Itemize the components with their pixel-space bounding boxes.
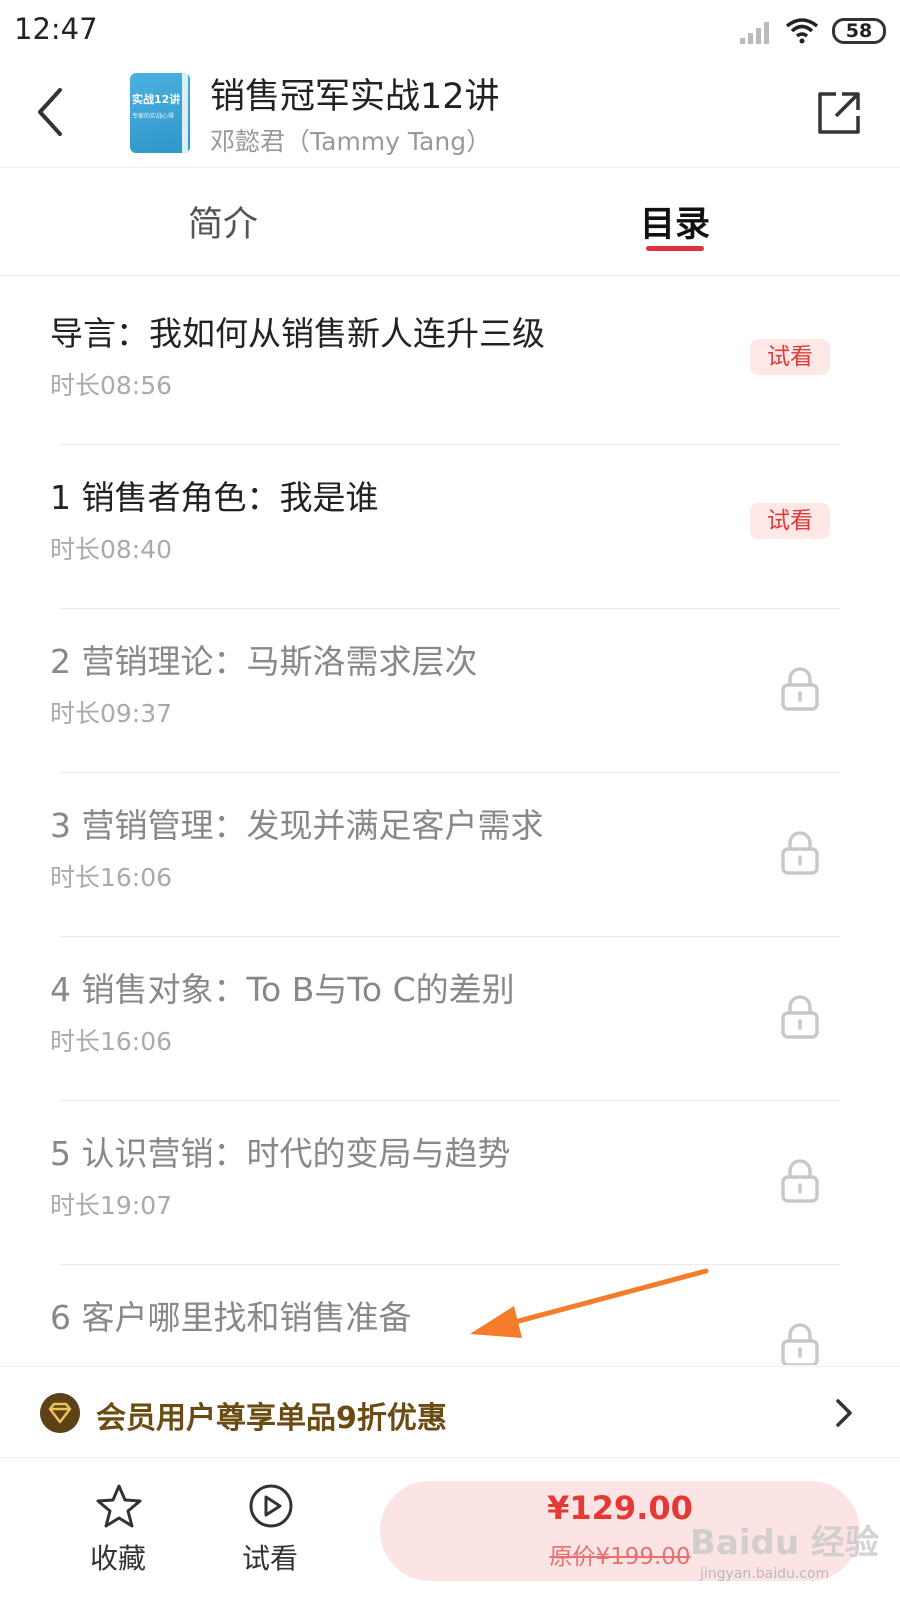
trial-badge[interactable]: 试看 — [750, 503, 830, 539]
lesson-item[interactable]: 4 销售对象：To B与To C的差别 时长16:06 — [0, 933, 900, 1101]
tab-intro[interactable]: 简介 — [188, 196, 258, 247]
lesson-duration: 时长09:37 — [50, 699, 173, 728]
lock-icon — [781, 995, 819, 1039]
lesson-duration: 时长08:56 — [50, 371, 173, 400]
lesson-item[interactable]: 2 营销理论：马斯洛需求层次 时长09:37 — [0, 605, 900, 773]
trial-label: 试看 — [241, 1542, 298, 1575]
lock-icon — [781, 831, 819, 875]
lesson-duration: 时长16:06 — [50, 863, 173, 892]
cover-subtitle: 专家的实战心得 — [132, 113, 175, 120]
lesson-item[interactable]: 5 认识营销：时代的变局与趋势 时长19:07 — [0, 1097, 900, 1265]
trial-button[interactable]: 试看 — [210, 1473, 330, 1583]
share-icon[interactable] — [814, 88, 864, 138]
status-bar: 12:47 58 — [0, 0, 900, 60]
lesson-title: 2 营销理论：马斯洛需求层次 — [50, 642, 478, 681]
vip-discount-banner[interactable]: 会员用户尊享单品9折优惠 — [0, 1366, 900, 1458]
lesson-item[interactable]: 1 销售者角色：我是谁 时长08:40 试看 — [0, 441, 900, 609]
lesson-title: 1 销售者角色：我是谁 — [50, 478, 379, 517]
wifi-icon — [785, 18, 819, 44]
battery-indicator: 58 — [832, 18, 886, 44]
lesson-item[interactable]: 6 客户哪里找和销售准备 — [0, 1261, 900, 1365]
star-icon — [96, 1484, 142, 1528]
lesson-title: 6 客户哪里找和销售准备 — [50, 1298, 412, 1337]
lock-icon — [781, 1323, 819, 1365]
lesson-title: 4 销售对象：To B与To C的差别 — [50, 970, 515, 1009]
course-author: 邓懿君（Tammy Tang） — [210, 127, 492, 156]
chevron-right-icon — [836, 1399, 852, 1427]
vip-banner-text: 会员用户尊享单品9折优惠 — [96, 1401, 447, 1436]
lesson-duration: 时长19:07 — [50, 1191, 173, 1220]
lesson-duration: 时长16:06 — [50, 1027, 173, 1056]
status-time: 12:47 — [14, 12, 98, 46]
tab-catalog[interactable]: 目录 — [640, 196, 710, 247]
lesson-list: 导言：我如何从销售新人连升三级 时长08:56 试看 1 销售者角色：我是谁 时… — [0, 277, 900, 1365]
play-circle-icon — [249, 1484, 293, 1528]
lock-icon — [781, 1159, 819, 1203]
course-title: 销售冠军实战12讲 — [210, 77, 500, 117]
course-header: 实战12讲 专家的实战心得 销售冠军实战12讲 邓懿君（Tammy Tang） — [0, 60, 900, 168]
lock-icon — [781, 667, 819, 711]
favorite-label: 收藏 — [89, 1542, 146, 1575]
favorite-button[interactable]: 收藏 — [58, 1473, 178, 1583]
cover-spine — [182, 73, 188, 153]
lesson-item[interactable]: 3 营销管理：发现并满足客户需求 时长16:06 — [0, 769, 900, 937]
lesson-duration: 时长08:40 — [50, 535, 173, 564]
watermark-url: jingyan.baidu.com — [700, 1566, 830, 1582]
annotation-arrow-icon — [470, 1268, 709, 1338]
active-tab-indicator — [646, 246, 704, 251]
lesson-item[interactable]: 导言：我如何从销售新人连升三级 时长08:56 试看 — [0, 277, 900, 445]
lesson-title: 3 营销管理：发现并满足客户需求 — [50, 806, 544, 845]
signal-icon — [740, 22, 769, 44]
lesson-title: 5 认识营销：时代的变局与趋势 — [50, 1134, 511, 1173]
course-cover-image: 实战12讲 专家的实战心得 — [130, 73, 190, 153]
trial-badge[interactable]: 试看 — [750, 339, 830, 375]
lesson-title: 导言：我如何从销售新人连升三级 — [50, 314, 545, 353]
tab-bar: 简介 目录 — [0, 168, 900, 276]
cover-title: 实战12讲 — [132, 93, 181, 106]
watermark: Baidu 经验 — [690, 1523, 879, 1563]
vip-diamond-icon — [40, 1393, 80, 1433]
back-icon[interactable] — [28, 82, 78, 142]
